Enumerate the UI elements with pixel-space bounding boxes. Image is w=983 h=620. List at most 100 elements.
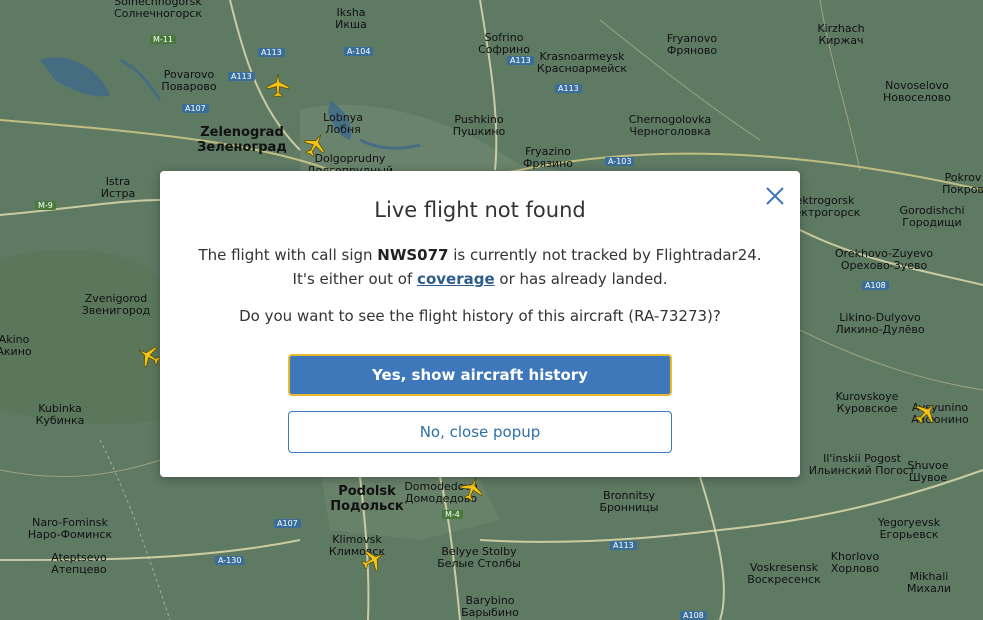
place-name-cyrillic: Покров (942, 183, 983, 196)
place-name-cyrillic: Воскресенск (747, 573, 821, 586)
message-text-start: The flight with call sign (198, 246, 378, 264)
place-label: Yegoryevsk Егорьевск (878, 517, 940, 541)
place-name-cyrillic: Новоселово (882, 91, 952, 104)
place-name-cyrillic: Белые Столбы (437, 557, 521, 570)
place-name-cyrillic: Икша (335, 18, 367, 31)
close-icon[interactable] (764, 185, 786, 207)
place-label: Orekhovo-Zuyevo Орехово-Зуево (835, 248, 933, 272)
place-label: Likino-Dulyovo Ликино-Дулёво (835, 312, 924, 336)
place-name-cyrillic: Барыбино (461, 606, 519, 619)
history-question: Do you want to see the flight history of… (239, 307, 721, 325)
place-name-cyrillic: Бронницы (599, 501, 659, 514)
callsign: NWS077 (377, 246, 449, 264)
place-name-cyrillic: Акино (0, 345, 32, 358)
place-label: Ateptsevo Атепцево (51, 552, 106, 576)
place-name-cyrillic: Поварово (161, 80, 217, 93)
place-label: Istra Истра (101, 176, 135, 200)
dialog-title: Live flight not found (374, 198, 586, 222)
place-label: Khorlovo Хорлово (831, 551, 879, 575)
place-label: Belyye Stolby Белые Столбы (437, 546, 521, 570)
aircraft-icon[interactable] (913, 400, 939, 426)
road-shield: A107 (182, 104, 209, 113)
aircraft-icon[interactable] (302, 132, 328, 158)
place-label: Iksha Икша (335, 7, 367, 31)
road-shield: A113 (555, 84, 582, 93)
place-label: Akino Акино (0, 334, 32, 358)
place-label: Pushkino Пушкино (453, 114, 506, 138)
place-name-latin: Zelenograd (200, 125, 284, 140)
coverage-link[interactable]: coverage (417, 270, 495, 288)
show-aircraft-history-button[interactable]: Yes, show aircraft history (288, 354, 672, 396)
place-label: Sofrino Софрино (478, 32, 530, 56)
road-shield: A113 (228, 72, 255, 81)
place-name-cyrillic: Солнечногорск (113, 7, 203, 20)
place-label: Kurovskoye Куровское (836, 391, 899, 415)
place-label: Kirzhach Киржач (817, 23, 864, 47)
place-name-cyrillic: Лобня (325, 123, 361, 136)
dialog-message: The flight with call sign NWS077 is curr… (190, 243, 770, 291)
road-shield: A113 (610, 541, 637, 550)
road-shield: A113 (258, 48, 285, 57)
road-shield: M-11 (150, 35, 176, 44)
place-label: Povarovo Поварово (161, 69, 216, 93)
road-shield: M-4 (442, 510, 463, 519)
place-name-cyrillic: Атепцево (51, 563, 107, 576)
place-label: Pokrov Покров (942, 172, 983, 196)
place-label: Solnechnogorsk Солнечногорск (114, 0, 202, 20)
place-name-cyrillic: Истра (100, 187, 136, 200)
place-label: Fryanovo Фряново (667, 33, 717, 57)
place-name-cyrillic: Красноармейск (536, 62, 628, 75)
road-shield: A107 (274, 519, 301, 528)
place-label: Zvenigorod Звенигород (82, 293, 150, 317)
place-name-cyrillic: Михали (906, 582, 952, 595)
place-label: Fryazino Фрязино (523, 146, 573, 170)
place-label: Zelenograd Зеленоград (197, 125, 287, 155)
place-label: Voskresensk Воскресенск (747, 562, 820, 586)
place-name-cyrillic: Звенигород (81, 304, 151, 317)
place-label: Podolsk Подольск (330, 484, 404, 514)
place-label: Mikhali Михали (907, 571, 951, 595)
place-name-cyrillic: Ильинский Погост (808, 464, 916, 477)
aircraft-icon[interactable] (265, 73, 291, 99)
place-name-cyrillic: Егорьевск (879, 528, 939, 541)
road-shield: M-9 (35, 201, 56, 210)
road-shield: A-103 (605, 157, 635, 166)
place-label: Naro-Fominsk Наро-Фоминск (28, 517, 112, 541)
place-name-cyrillic: Подольск (330, 499, 404, 514)
message-text-end: or has already landed. (494, 270, 668, 288)
place-name-cyrillic: Зеленоград (197, 140, 287, 155)
place-label: Chernogolovka Черноголовка (629, 114, 711, 138)
place-name-cyrillic: Черноголовка (629, 125, 711, 138)
place-name-cyrillic: Хорлово (830, 562, 880, 575)
place-name-cyrillic: Наро-Фоминск (27, 528, 113, 541)
place-name-cyrillic: Городищи (902, 216, 962, 229)
place-name-cyrillic: Куровское (836, 402, 898, 415)
aircraft-icon[interactable] (136, 343, 162, 369)
place-label: Lobnya Лобня (323, 112, 363, 136)
aircraft-icon[interactable] (360, 547, 386, 573)
place-name-cyrillic: Пушкино (452, 125, 506, 138)
place-label: Kubinka Кубинка (36, 403, 85, 427)
place-label: Novoselovo Новоселово (883, 80, 951, 104)
road-shield: A113 (507, 56, 534, 65)
place-name-cyrillic: Орехово-Зуево (840, 259, 928, 272)
place-label: Barybino Барыбино (461, 595, 519, 619)
place-name-cyrillic: Кубинка (35, 414, 85, 427)
place-label: Gorodishchi Городищи (899, 205, 964, 229)
road-shield: A108 (680, 611, 707, 620)
place-label: Il'inskii Pogost Ильинский Погост (809, 453, 916, 477)
place-name-cyrillic: Шувое (908, 471, 948, 484)
aircraft-icon[interactable] (459, 476, 485, 502)
close-popup-button[interactable]: No, close popup (288, 411, 672, 453)
road-shield: A-104 (344, 47, 374, 56)
place-name-latin: Podolsk (338, 484, 396, 499)
place-label: Shuvoe Шувое (908, 460, 949, 484)
live-flight-not-found-dialog: Live flight not found The flight with ca… (160, 171, 800, 477)
place-name-cyrillic: Киржач (818, 34, 864, 47)
place-name-cyrillic: Софрино (478, 43, 530, 56)
place-label: Bronnitsy Бронницы (600, 490, 659, 514)
place-name-cyrillic: Ликино-Дулёво (835, 323, 925, 336)
place-label: Krasnoarmeysk Красноармейск (537, 51, 627, 75)
road-shield: A-130 (215, 556, 245, 565)
place-name-cyrillic: Фрязино (523, 157, 573, 170)
